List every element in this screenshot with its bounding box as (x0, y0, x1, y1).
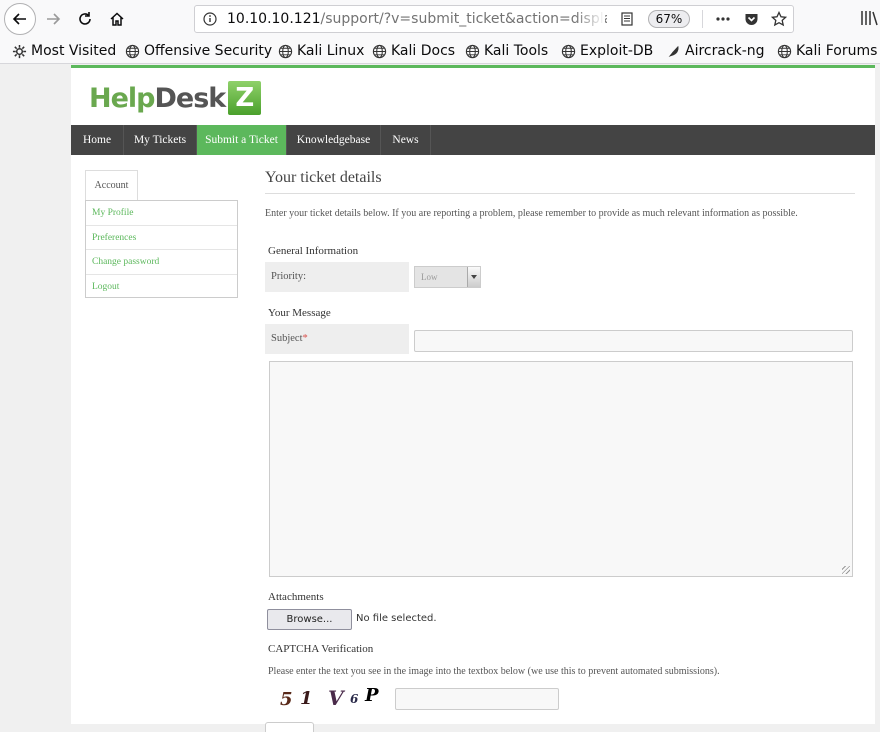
bookmark-label: Kali Linux (297, 43, 365, 59)
attachments-heading: Attachments (268, 591, 324, 603)
captcha-char: 6 (350, 692, 359, 706)
helpdeskz-logo[interactable]: Help Desk Z (89, 80, 262, 116)
globe-icon (372, 44, 387, 58)
intro-text: Enter your ticket details below. If you … (265, 208, 798, 219)
chevron-down-icon[interactable] (467, 267, 480, 287)
bookmarks-toolbar: Most Visited Offensive Security Kali Lin… (0, 38, 880, 64)
back-button[interactable] (4, 3, 36, 35)
subject-label: Subject* (265, 324, 409, 354)
captcha-instructions: Please enter the text you see in the ima… (268, 666, 720, 677)
captcha-char: 1 (300, 688, 313, 709)
library-icon[interactable] (860, 10, 880, 26)
page-title: Your ticket details (265, 169, 382, 186)
site-container: Help Desk Z Home My Tickets Submit a Ticke… (71, 65, 875, 732)
bookmark-star-icon[interactable] (771, 11, 787, 27)
subject-input[interactable] (414, 330, 853, 352)
title-divider (265, 193, 855, 194)
url-text[interactable]: 10.10.10.121/support/?v=submit_ticket&ac… (227, 11, 607, 27)
back-arrow-icon (12, 13, 26, 25)
gear-icon (12, 44, 27, 58)
your-message-heading: Your Message (268, 307, 331, 319)
sidebar-link-change-password[interactable]: Change password (86, 250, 237, 275)
bookmark-label: Kali Forums (796, 43, 878, 59)
priority-selected-value: Low (421, 272, 438, 282)
logo-desk-text: Desk (154, 82, 227, 114)
bookmark-offensive-security[interactable]: Offensive Security (125, 41, 272, 61)
pocket-icon[interactable] (744, 12, 759, 26)
reader-view-icon[interactable] (620, 12, 634, 26)
bookmark-kali-tools[interactable]: Kali Tools (465, 41, 548, 61)
globe-icon (777, 44, 792, 58)
bookmark-kali-docs[interactable]: Kali Docs (372, 41, 455, 61)
bookmark-aircrack-ng[interactable]: Aircrack-ng (666, 41, 765, 61)
home-button[interactable] (102, 5, 132, 33)
resize-handle[interactable] (842, 566, 850, 574)
priority-label: Priority: (265, 262, 409, 292)
bookmark-label: Offensive Security (144, 43, 273, 59)
bookmark-label: Most Visited (31, 43, 117, 59)
sidebar-link-preferences[interactable]: Preferences (86, 226, 237, 250)
url-bar[interactable]: 10.10.10.121/support/?v=submit_ticket&ac… (194, 5, 794, 33)
bookmark-label: Kali Tools (484, 43, 549, 59)
forward-button[interactable] (38, 5, 68, 33)
globe-icon (465, 44, 480, 58)
sidebar-link-my-profile[interactable]: My Profile (86, 201, 237, 226)
captcha-char: 5 (280, 689, 293, 710)
bookmark-exploit-db[interactable]: Exploit-DB (561, 41, 653, 61)
url-path: /support/?v=submit_ticket&action=displa (320, 11, 607, 27)
logo-z-badge: Z (228, 81, 262, 115)
captcha-image: 5 1 V 6 P (280, 685, 390, 710)
no-file-status: No file selected. (356, 613, 437, 624)
sidebar-tab-account[interactable]: Account (85, 170, 138, 201)
globe-icon (561, 44, 576, 58)
logo-help-text: Help (89, 82, 155, 114)
priority-select[interactable]: Low (414, 266, 481, 288)
page-actions-icon[interactable] (715, 12, 731, 26)
reload-icon (79, 12, 91, 25)
bookmark-label: Aircrack-ng (685, 43, 765, 59)
forward-arrow-icon (47, 13, 61, 25)
main-nav: Home My Tickets Submit a Ticket Knowledg… (71, 125, 875, 155)
sidebar-menu: My Profile Preferences Change password L… (85, 200, 238, 298)
globe-icon (278, 44, 293, 58)
captcha-char: V (328, 686, 344, 710)
nav-submit-ticket[interactable]: Submit a Ticket (197, 125, 287, 155)
captcha-heading: CAPTCHA Verification (268, 643, 374, 655)
bookmark-kali-forums[interactable]: Kali Forums (777, 41, 877, 61)
nav-news[interactable]: News (381, 125, 431, 155)
bookmark-label: Exploit-DB (580, 43, 654, 59)
bookmark-label: Kali Docs (391, 43, 456, 59)
general-info-heading: General Information (268, 245, 359, 257)
page-viewport: Help Desk Z Home My Tickets Submit a Ticke… (0, 65, 880, 732)
nav-my-tickets[interactable]: My Tickets (124, 125, 197, 155)
browser-toolbar: 10.10.10.121/support/?v=submit_ticket&ac… (0, 0, 880, 38)
captcha-input[interactable] (395, 688, 559, 710)
message-textarea[interactable] (269, 361, 853, 577)
sidebar-link-logout[interactable]: Logout (86, 275, 237, 300)
url-host: 10.10.10.121 (227, 11, 321, 27)
home-icon (110, 12, 124, 26)
required-mark: * (302, 333, 308, 344)
globe-icon (125, 44, 140, 58)
reload-button[interactable] (70, 5, 100, 33)
browse-file-button[interactable]: Browse... (267, 609, 352, 630)
bookmark-most-visited[interactable]: Most Visited (12, 41, 116, 61)
nav-home[interactable]: Home (71, 125, 124, 155)
info-icon[interactable] (203, 12, 217, 26)
aircrack-icon (667, 45, 679, 57)
zoom-level-badge[interactable]: 67% (648, 10, 690, 28)
subject-label-text: Subject (271, 333, 303, 344)
captcha-char: P (365, 685, 379, 706)
nav-knowledgebase[interactable]: Knowledgebase (287, 125, 381, 155)
bookmark-kali-linux[interactable]: Kali Linux (278, 41, 364, 61)
